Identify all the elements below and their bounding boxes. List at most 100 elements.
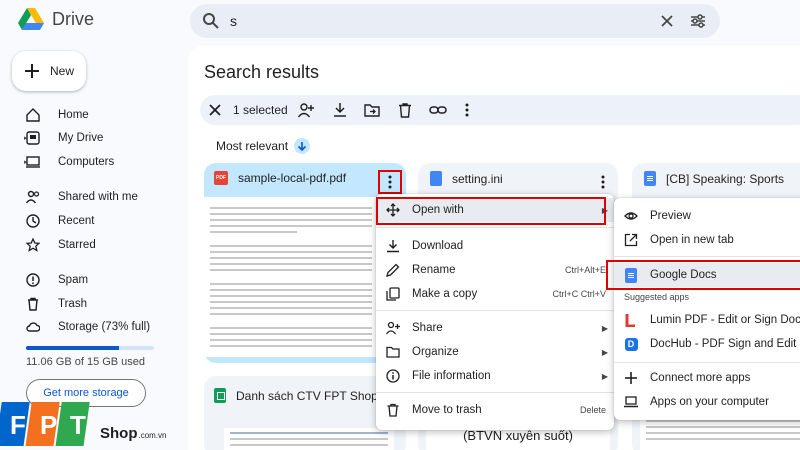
menu-download-label: Download: [412, 240, 464, 252]
thumbnail-text: (BTVN xuyên suốt): [463, 428, 573, 443]
menu-rename[interactable]: Rename Ctrl+Alt+E: [376, 258, 614, 282]
google-docs-icon: [644, 171, 656, 186]
highlight-open-with: [376, 197, 606, 225]
suggested-apps-header: Suggested apps: [624, 292, 690, 302]
nav-computers[interactable]: Computers: [24, 152, 114, 172]
nav-spam[interactable]: Spam: [26, 270, 88, 290]
submenu-preview-label: Preview: [650, 210, 691, 222]
fpt-domain-text: .com.vn: [138, 431, 167, 440]
more-actions-icon[interactable]: [464, 102, 470, 118]
move-to-folder-icon[interactable]: [364, 102, 380, 118]
nav-trash[interactable]: Trash: [26, 294, 87, 314]
file-more-button[interactable]: [378, 170, 402, 194]
copy-icon: [386, 287, 400, 301]
menu-organize[interactable]: Organize ▶: [376, 340, 614, 364]
menu-rename-label: Rename: [412, 264, 456, 276]
nav-recent[interactable]: Recent: [26, 211, 94, 231]
menu-share[interactable]: Share ▶: [376, 316, 614, 340]
menu-file-information[interactable]: File information ▶: [376, 364, 614, 388]
file-context-menu: Open with ▶ Download Rename Ctrl+Alt+E M…: [376, 194, 614, 430]
file-card-header: PDF sample-local-pdf.pdf: [214, 171, 346, 185]
more-vert-icon[interactable]: [601, 175, 605, 189]
page-title: Search results: [204, 62, 320, 82]
laptop-icon: [624, 396, 638, 408]
menu-share-label: Share: [412, 322, 443, 334]
info-icon: [386, 369, 400, 383]
download-icon: [387, 240, 399, 253]
file-card-header: [CB] Speaking: Sports: [644, 171, 784, 186]
file-card-header: setting.ini: [430, 171, 503, 186]
menu-move-to-trash-label: Move to trash: [412, 404, 482, 416]
submenu-apps-on-computer[interactable]: Apps on your computer: [614, 390, 800, 414]
submenu-open-new-tab[interactable]: Open in new tab: [614, 228, 800, 252]
clear-search-icon[interactable]: [660, 14, 674, 28]
submenu-apps-on-computer-label: Apps on your computer: [650, 396, 769, 408]
submenu-arrow-icon: ▶: [601, 347, 608, 357]
file-thumbnail: [640, 416, 800, 450]
folder-icon: [386, 346, 400, 358]
file-thumbnail: [204, 197, 378, 357]
fpt-shop-text: Shop: [100, 425, 138, 442]
new-label: New: [50, 64, 75, 78]
download-icon[interactable]: [332, 102, 348, 118]
lumin-pdf-icon: [625, 314, 635, 327]
menu-divider: [376, 227, 614, 228]
submenu-lumin-pdf[interactable]: Lumin PDF - Edit or Sign Docum: [614, 308, 800, 332]
menu-organize-label: Organize: [412, 346, 459, 358]
trash-icon: [387, 403, 399, 417]
fpt-shop-watermark: F P T Shop .com.vn: [0, 400, 167, 448]
search-options-icon[interactable]: [690, 14, 706, 28]
nav-shared-label: Shared with me: [58, 191, 138, 203]
plus-icon: [625, 372, 637, 384]
computers-icon: [26, 156, 40, 168]
nav-storage-label: Storage (73% full): [58, 321, 151, 333]
submenu-open-new-tab-label: Open in new tab: [650, 234, 734, 246]
clear-selection-icon[interactable]: [208, 103, 222, 117]
shared-icon: [26, 190, 40, 204]
selection-count: 1 selected: [233, 103, 288, 117]
submenu-preview[interactable]: Preview: [614, 204, 800, 228]
menu-download[interactable]: Download: [376, 234, 614, 258]
sort-direction-icon[interactable]: [294, 138, 311, 154]
storage-bar: [26, 346, 154, 350]
clock-icon: [26, 214, 40, 228]
home-icon: [26, 108, 40, 122]
file-name: Danh sách CTV FPT Shop: [236, 388, 378, 403]
storage-usage-text: 11.06 GB of 15 GB used: [26, 356, 146, 368]
drive-logo[interactable]: Drive: [18, 8, 94, 30]
new-button[interactable]: New: [12, 51, 86, 91]
file-card-header: Danh sách CTV FPT Shop: [214, 388, 378, 403]
rename-shortcut: Ctrl+Alt+E: [564, 265, 606, 275]
nav-my-drive-label: My Drive: [58, 132, 104, 144]
submenu-dochub[interactable]: D DocHub - PDF Sign and Edit: [614, 332, 800, 356]
nav-my-drive[interactable]: My Drive: [24, 128, 104, 148]
search-icon[interactable]: [202, 12, 220, 30]
selection-toolbar: 1 selected: [200, 95, 800, 125]
nav-shared[interactable]: Shared with me: [26, 187, 138, 207]
submenu-connect-more-apps[interactable]: Connect more apps: [614, 366, 800, 390]
search-bar[interactable]: s: [190, 4, 720, 38]
menu-move-to-trash[interactable]: Move to trash Delete: [376, 398, 614, 422]
submenu-dochub-label: DocHub - PDF Sign and Edit: [650, 338, 797, 350]
dochub-icon: D: [624, 337, 638, 351]
menu-divider: [376, 310, 614, 311]
delete-icon[interactable]: [397, 102, 413, 118]
nav-home-label: Home: [58, 109, 89, 121]
sort-control[interactable]: Most relevant: [216, 138, 311, 154]
nav-starred[interactable]: Starred: [26, 235, 96, 255]
menu-make-copy[interactable]: Make a copy Ctrl+C Ctrl+V: [376, 282, 614, 306]
star-icon: [26, 238, 40, 252]
share-person-icon[interactable]: [298, 102, 314, 118]
menu-divider: [614, 362, 800, 363]
link-icon[interactable]: [429, 102, 447, 118]
file-name: setting.ini: [452, 171, 503, 186]
svg-text:P: P: [40, 410, 57, 440]
pdf-icon: PDF: [214, 171, 228, 185]
search-input[interactable]: s: [230, 13, 237, 29]
drive-logo-icon: [18, 8, 44, 30]
document-icon: [430, 171, 442, 186]
svg-text:T: T: [70, 410, 86, 440]
nav-starred-label: Starred: [58, 239, 96, 251]
nav-storage[interactable]: Storage (73% full): [26, 317, 150, 337]
nav-home[interactable]: Home: [26, 105, 89, 125]
